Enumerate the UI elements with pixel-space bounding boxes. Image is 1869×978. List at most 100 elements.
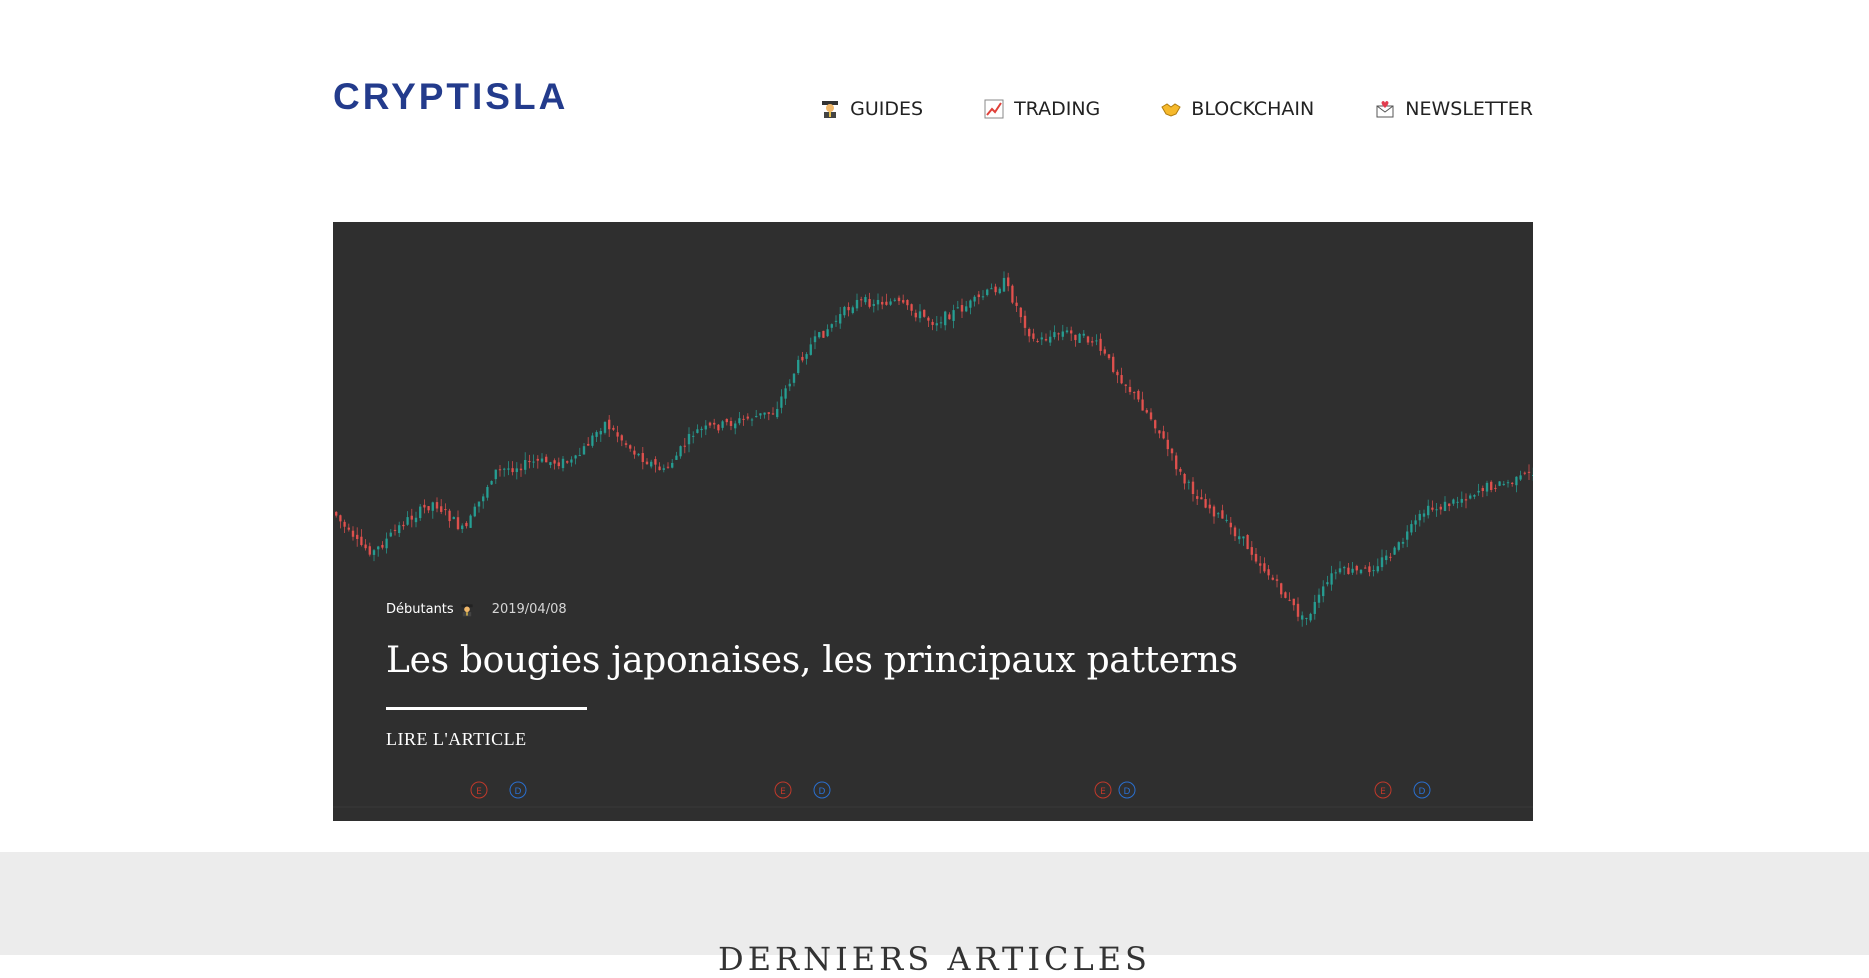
nav-item-label: NEWSLETTER [1405,98,1533,120]
candle-body [620,435,623,441]
candle-body [578,455,581,457]
candle-body [1334,572,1337,574]
candle-body [1141,399,1144,411]
candle-body [490,481,493,485]
candle-body [692,435,695,437]
candle-body [1124,384,1127,386]
candle-body [771,413,775,415]
candle-body [1086,336,1090,343]
candle-body [435,502,439,509]
nav-item-label: TRADING [1014,98,1101,120]
candle-body [599,431,602,435]
candle-body [986,289,989,296]
site-logo[interactable]: CRYPTISLA [333,76,568,118]
candle-body [1301,615,1304,620]
article-title[interactable]: Les bougies japonaises, les principaux p… [386,640,1238,681]
title-underline [386,707,587,710]
candle-body [591,435,594,446]
candle-body [830,324,833,328]
candle-body [729,421,733,426]
candle-body [1057,333,1060,335]
candle-body [809,344,812,355]
candle-body [1175,455,1178,470]
candle-body [1523,472,1526,474]
candle-body [1225,519,1228,521]
candle-body [1007,277,1010,287]
featured-article-hero[interactable]: E D E D E D E D Débutants 2019/04/08 Les bougie… [333,222,1533,821]
earnings-marker: E [1374,781,1392,799]
candle-body [427,506,430,511]
nav-item-trading[interactable]: TRADING [983,98,1100,120]
candle-body [1112,356,1115,372]
candle-body [893,299,896,301]
earnings-marker: E [1094,781,1112,799]
candle-body [347,527,350,530]
nav-item-blockchain[interactable]: BLOCKCHAIN [1160,98,1314,120]
candle-body [860,299,863,301]
candle-body [414,517,418,523]
candle-body [981,296,985,298]
candle-body [1490,481,1493,490]
candle-body [960,305,964,312]
article-meta: Débutants 2019/04/08 [386,602,567,617]
candle-body [881,301,884,305]
candle-body [742,418,745,420]
candle-body [1473,495,1476,497]
candle-body [1418,513,1421,521]
candle-body [717,424,720,431]
candle-body [1406,531,1409,540]
candle-body [1137,390,1140,400]
candle-body [1343,567,1346,569]
candle-body [1355,565,1358,571]
candle-body [360,536,363,546]
candle-body [1477,490,1480,493]
read-article-link[interactable]: LIRE L'ARTICLE [386,729,527,750]
candle-body [1506,482,1510,484]
graduate-emoji-icon [460,603,474,617]
candle-body [889,301,892,305]
candle-body [1133,392,1136,394]
candle-body [444,509,447,511]
candle-body [519,468,523,471]
candle-body [389,532,392,537]
candle-body [1401,541,1405,544]
category-link[interactable]: Débutants [386,602,454,617]
candle-body [1250,547,1253,555]
candle-body [738,418,741,424]
candle-body [1271,577,1274,580]
candle-body [385,538,388,549]
candle-body [1435,509,1438,511]
candle-body [624,443,628,445]
candle-body [1170,448,1174,454]
candle-body [650,461,653,467]
candle-body [1196,496,1199,499]
nav-item-guides[interactable]: GUIDES [819,98,923,120]
candle-body [1183,473,1186,484]
candle-body [704,425,707,430]
candle-body [1238,536,1241,540]
candle-body [939,322,943,324]
candle-body [1448,503,1451,507]
article-date: 2019/04/08 [491,602,567,617]
marker-label: D [1124,787,1131,797]
candle-body [335,511,338,516]
candle-body [952,310,955,321]
nav-item-newsletter[interactable]: NEWSLETTER [1374,98,1533,120]
main-nav: GUIDES TRADING BLOCKCHAIN NEWSLETTER [759,98,1533,120]
candle-body [1128,386,1132,392]
dividend-marker: D [1118,781,1136,799]
candle-body [1187,481,1190,483]
candle-body [381,544,384,548]
candle-body [1267,569,1270,576]
candle-body [1284,592,1287,598]
candle-body [1145,410,1148,413]
candle-body [1036,341,1039,343]
candle-body [553,460,556,464]
candle-body [1191,481,1195,494]
candle-body [973,296,976,302]
candle-body [1431,507,1434,510]
candle-body [410,515,413,520]
candle-body [1179,468,1182,472]
candle-body [1061,331,1064,337]
candle-body [885,301,888,305]
